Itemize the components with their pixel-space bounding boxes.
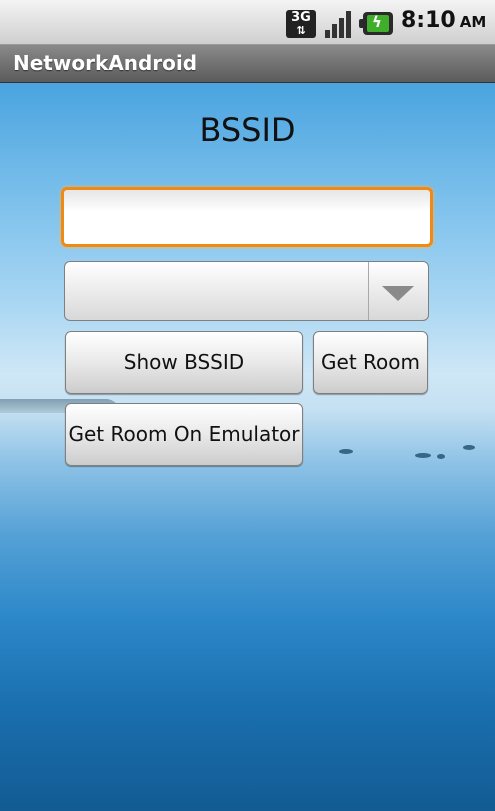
clock-ampm: AM bbox=[459, 13, 487, 31]
background-rock bbox=[437, 454, 445, 459]
bssid-input[interactable] bbox=[61, 187, 433, 247]
app-title-bar: NetworkAndroid bbox=[0, 45, 495, 83]
background-rock bbox=[339, 449, 353, 454]
get-room-button[interactable]: Get Room bbox=[313, 331, 428, 394]
status-bar: 3G ⇅ ϟ 8:10 AM bbox=[0, 0, 495, 45]
app-title: NetworkAndroid bbox=[13, 51, 198, 75]
status-clock: 8:10 AM bbox=[401, 8, 486, 33]
bssid-heading: BSSID bbox=[199, 111, 296, 149]
background-rock bbox=[415, 453, 431, 458]
spinner-divider bbox=[368, 262, 369, 320]
battery-charging-icon: ϟ bbox=[359, 12, 393, 35]
room-spinner[interactable] bbox=[64, 261, 429, 321]
show-bssid-button[interactable]: Show BSSID bbox=[65, 331, 303, 394]
data-arrows-icon: ⇅ bbox=[296, 24, 306, 37]
signal-strength-icon bbox=[325, 10, 353, 38]
clock-time: 8:10 bbox=[401, 8, 456, 33]
get-room-on-emulator-button[interactable]: Get Room On Emulator bbox=[65, 403, 303, 466]
network-type-label: 3G bbox=[291, 10, 311, 25]
dropdown-arrow-icon[interactable] bbox=[382, 286, 414, 301]
3g-data-icon: 3G ⇅ bbox=[286, 10, 316, 38]
background-rock bbox=[463, 445, 475, 450]
